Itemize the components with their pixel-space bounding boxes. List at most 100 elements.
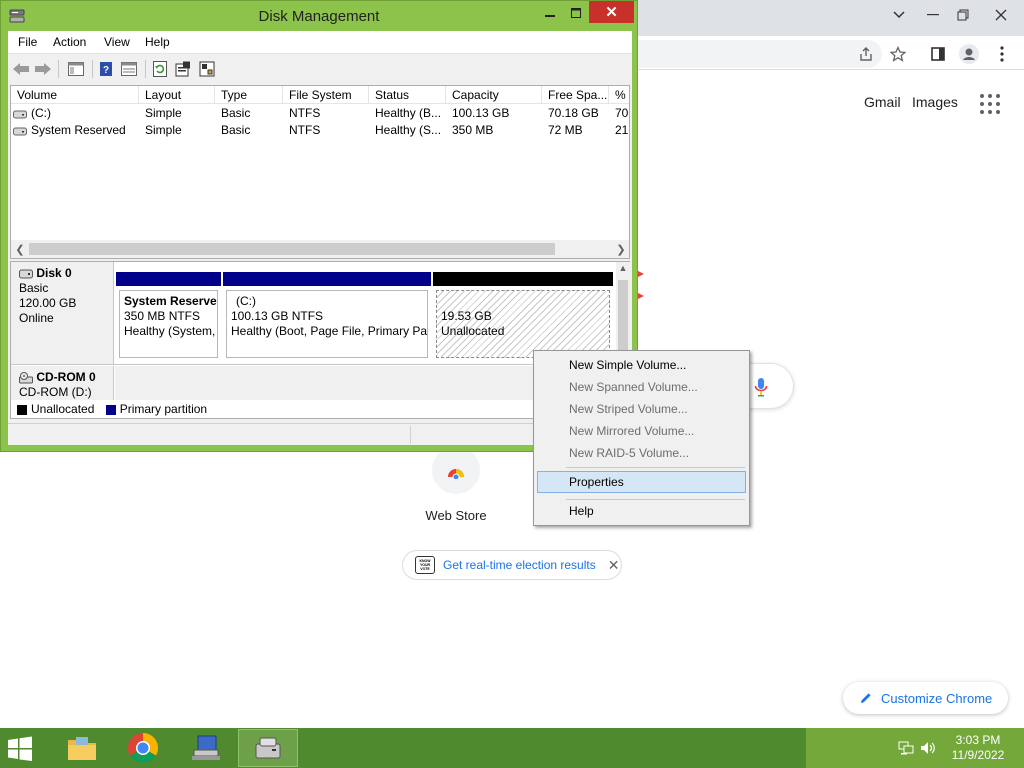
- side-panel-icon[interactable]: [926, 42, 950, 66]
- network-taskbar-button[interactable]: [176, 729, 236, 767]
- volume-speaker-icon[interactable]: [920, 740, 936, 756]
- close-icon[interactable]: ✕: [608, 557, 620, 574]
- start-windows-icon[interactable]: [6, 736, 38, 762]
- images-link[interactable]: Images: [912, 94, 958, 110]
- menu-kebab-icon[interactable]: [990, 42, 1014, 66]
- column-header-status[interactable]: Status: [369, 86, 446, 104]
- volume-name: (C:): [31, 106, 51, 120]
- column-header-layout[interactable]: Layout: [139, 86, 215, 104]
- file-explorer-taskbar-button[interactable]: [52, 729, 112, 767]
- toolbar: ?: [8, 53, 632, 83]
- close-icon[interactable]: [984, 0, 1018, 30]
- cdrom-0-name: CD-ROM 0: [36, 370, 96, 384]
- horizontal-scrollbar[interactable]: ❮ ❯: [11, 240, 629, 258]
- cdrom-0-info[interactable]: CD-ROM 0 CD-ROM (D:): [11, 366, 114, 400]
- volume-list-header: Volume Layout Type File System Status Ca…: [11, 86, 629, 104]
- table-row[interactable]: System Reserved Simple Basic NTFS Health…: [11, 122, 629, 139]
- menu-file[interactable]: File: [18, 35, 37, 49]
- menu-item-new-mirrored-volume[interactable]: New Mirrored Volume...: [537, 420, 746, 442]
- cell-free-space: 70.18 GB: [548, 106, 599, 120]
- disk-0-info[interactable]: Disk 0 Basic 120.00 GB Online: [11, 262, 114, 364]
- scroll-left-icon[interactable]: ❮: [12, 241, 28, 257]
- svg-text:?: ?: [103, 65, 109, 76]
- clock[interactable]: 3:03 PM 11/9/2022: [940, 733, 1016, 763]
- partition-title: System Reserve: [124, 294, 217, 308]
- maximize-icon[interactable]: [563, 3, 589, 23]
- refresh-icon[interactable]: [150, 59, 170, 79]
- forward-arrow-icon[interactable]: [33, 59, 53, 79]
- share-icon[interactable]: [854, 42, 878, 66]
- microphone-icon[interactable]: [754, 377, 768, 397]
- menu-item-help[interactable]: Help: [537, 500, 746, 522]
- menu-item-properties[interactable]: Properties: [537, 471, 746, 493]
- menu-separator: [566, 467, 745, 468]
- menu-help[interactable]: Help: [145, 35, 170, 49]
- disk-management-taskbar-button[interactable]: [238, 729, 298, 767]
- status-bar-divider: [410, 426, 411, 444]
- partition-bar: [116, 272, 221, 286]
- column-header-type[interactable]: Type: [215, 86, 283, 104]
- menu-action[interactable]: Action: [53, 35, 86, 49]
- scroll-right-icon[interactable]: ❯: [613, 241, 629, 257]
- table-row[interactable]: (C:) Simple Basic NTFS Healthy (B... 100…: [11, 105, 629, 122]
- chip-label: Get real-time election results: [443, 558, 596, 572]
- cell-capacity: 350 MB: [452, 123, 494, 137]
- volume-list[interactable]: Volume Layout Type File System Status Ca…: [10, 85, 630, 259]
- settings-icon[interactable]: [197, 59, 217, 79]
- menu-item-new-spanned-volume[interactable]: New Spanned Volume...: [537, 376, 746, 398]
- cell-percent-free: 70: [615, 106, 629, 120]
- chrome-taskbar-button[interactable]: [113, 729, 173, 767]
- partition-bar: [223, 272, 431, 286]
- minimize-icon[interactable]: [916, 0, 950, 30]
- partition-body: 19.53 GB Unallocated: [436, 290, 610, 358]
- column-header-percent-free[interactable]: % F: [609, 86, 629, 104]
- minimize-icon[interactable]: [539, 3, 561, 23]
- bookmark-star-icon[interactable]: [886, 42, 910, 66]
- cell-volume: System Reserved: [11, 122, 139, 139]
- election-chip[interactable]: KNOW YOUR VOTE Get real-time election re…: [402, 550, 622, 580]
- partition-size: 19.53 GB: [441, 309, 492, 323]
- network-icon[interactable]: [898, 740, 914, 756]
- notification-area: 3:03 PM 11/9/2022: [806, 728, 1024, 768]
- disk-icon: [19, 269, 33, 279]
- chevron-down-icon[interactable]: [882, 0, 916, 30]
- menu-item-new-striped-volume[interactable]: New Striped Volume...: [537, 398, 746, 420]
- disk-separator: [11, 364, 616, 365]
- column-header-free-space[interactable]: Free Spa...: [542, 86, 609, 104]
- scrollbar-thumb[interactable]: [29, 243, 555, 255]
- address-bar[interactable]: [636, 40, 882, 68]
- show-hide-pane-icon[interactable]: [119, 59, 139, 79]
- column-header-volume[interactable]: Volume: [11, 86, 139, 104]
- gmail-link[interactable]: Gmail: [864, 94, 901, 110]
- back-arrow-icon[interactable]: [11, 59, 31, 79]
- column-header-capacity[interactable]: Capacity: [446, 86, 542, 104]
- column-header-file-system[interactable]: File System: [283, 86, 369, 104]
- console-tree-icon[interactable]: [66, 59, 86, 79]
- partition-system-reserved[interactable]: System Reserve 350 MB NTFS Healthy (Syst…: [116, 272, 221, 358]
- clock-time: 3:03 PM: [955, 733, 1001, 747]
- partition-size: 100.13 GB NTFS: [231, 309, 324, 323]
- help-book-icon[interactable]: ?: [96, 59, 116, 79]
- cdrom-0-label: CD-ROM 0: [19, 370, 113, 385]
- customize-chrome-button[interactable]: Customize Chrome: [843, 682, 1008, 714]
- know-your-vote-badge: KNOW YOUR VOTE: [415, 556, 435, 574]
- partition-c[interactable]: (C:) 100.13 GB NTFS Healthy (Boot, Page …: [223, 272, 431, 358]
- restore-icon[interactable]: [946, 0, 980, 30]
- legend-primary: Primary partition: [119, 402, 208, 416]
- properties-icon[interactable]: [173, 59, 193, 79]
- scrollbar-thumb[interactable]: [618, 280, 628, 352]
- menu-item-new-raid5-volume[interactable]: New RAID-5 Volume...: [537, 442, 746, 464]
- partition-unallocated[interactable]: 19.53 GB Unallocated: [433, 272, 613, 358]
- web-store-shortcut[interactable]: [432, 446, 480, 494]
- google-apps-icon[interactable]: [980, 94, 1000, 114]
- computer-network-icon: [192, 735, 220, 760]
- partition-body: (C:) 100.13 GB NTFS Healthy (Boot, Page …: [226, 290, 428, 358]
- menu-view[interactable]: View: [104, 35, 130, 49]
- dm-titlebar[interactable]: Disk Management ✕: [1, 1, 637, 31]
- cell-status: Healthy (S...: [375, 123, 442, 137]
- profile-avatar-icon[interactable]: [957, 42, 981, 66]
- close-button[interactable]: ✕: [589, 1, 634, 23]
- menu-bar: File Action View Help: [8, 31, 632, 53]
- menu-item-new-simple-volume[interactable]: New Simple Volume...: [537, 354, 746, 376]
- scroll-up-icon[interactable]: ▲: [617, 263, 629, 275]
